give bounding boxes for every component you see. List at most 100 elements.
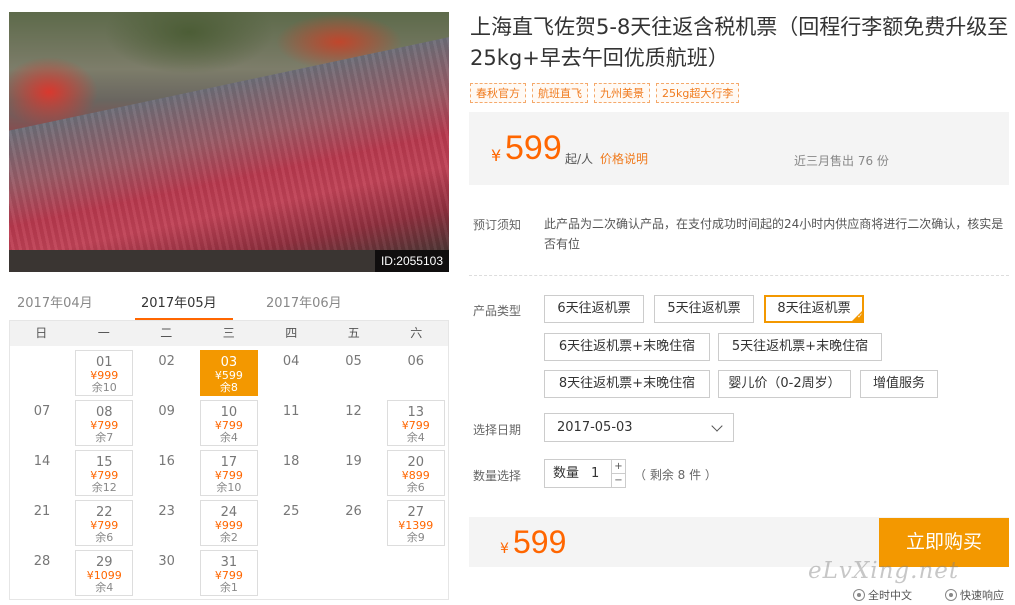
calendar-day-number: 06 <box>407 354 425 369</box>
calendar-day: 28 <box>13 550 71 596</box>
product-type-option[interactable]: 8天往返机票+末晚住宿 <box>544 370 710 398</box>
weekday-label: 六 <box>410 326 423 340</box>
month-tab-current[interactable]: 2017年05月 <box>141 292 217 311</box>
calendar-day-remaining: 余10 <box>216 481 242 494</box>
calendar-day[interactable]: 01 ¥999 余10 <box>75 350 134 396</box>
calendar-day-remaining: 余6 <box>406 481 425 494</box>
calendar-day: 25 <box>262 500 320 546</box>
product-type-option[interactable]: 增值服务 <box>860 370 938 398</box>
price-box: ¥ 599 起/人 价格说明 近三月售出 76 份 <box>469 112 1009 185</box>
calendar-day-number: 11 <box>282 404 300 419</box>
calendar-day: 09 <box>138 400 196 446</box>
product-tag: 航班直飞 <box>532 83 588 103</box>
calendar-day-number: 27 <box>407 505 425 520</box>
calendar-day-number: 31 <box>220 555 238 570</box>
calendar-day[interactable]: 20 ¥899 余6 <box>386 450 445 496</box>
calendar-day: 16 <box>138 450 196 496</box>
calendar-day-number: 30 <box>158 554 175 569</box>
month-tab-next[interactable]: 2017年06月 <box>266 292 342 311</box>
chevron-down-icon <box>711 420 723 432</box>
calendar-day: 18 <box>262 450 320 496</box>
calendar-day-number: 02 <box>158 354 175 369</box>
total-price: 599 <box>513 524 567 560</box>
weekday-label: 三 <box>222 326 235 340</box>
quantity-input[interactable]: 1 <box>591 460 599 487</box>
calendar-day[interactable]: 27 ¥1399 余9 <box>386 500 445 546</box>
footer-item: 快速响应 <box>945 587 1004 603</box>
calendar-day[interactable]: 10 ¥799 余4 <box>199 400 258 446</box>
calendar-day: 12 <box>325 400 383 446</box>
quantity-plus-button[interactable]: + <box>611 460 625 474</box>
product-type-option[interactable]: 6天往返机票+末晚住宿 <box>544 333 710 361</box>
price-explain-link[interactable]: 价格说明 <box>600 150 648 167</box>
calendar-day-number: 14 <box>33 454 51 469</box>
calendar-day-number: 05 <box>345 354 362 369</box>
calendar-day-remaining: 余4 <box>95 581 114 594</box>
calendar-day[interactable]: 08 ¥799 余7 <box>75 400 134 446</box>
calendar-day[interactable]: 13 ¥799 余4 <box>386 400 445 446</box>
product-type-option-selected[interactable]: 8天往返机票 <box>764 295 864 323</box>
option-label: 6天往返机票+末晚住宿 <box>558 339 696 354</box>
calendar-day-remaining: 余9 <box>406 531 425 544</box>
calendar-day[interactable]: 15 ¥799 余12 <box>75 450 134 496</box>
calendar-day: 21 <box>13 500 71 546</box>
calendar-day-number: 28 <box>33 554 51 569</box>
calendar-day-remaining: 余1 <box>219 581 238 594</box>
calendar-day: 06 <box>387 350 445 396</box>
calendar-day-number: 08 <box>96 405 113 420</box>
product-tag: 春秋官方 <box>470 83 526 103</box>
calendar-day-remaining: 余12 <box>91 481 117 494</box>
divider <box>469 275 1009 276</box>
month-tabs: 2017年04月 2017年05月 2017年06月 <box>9 290 449 320</box>
product-type-option[interactable]: 婴儿价（0-2周岁） <box>718 370 851 398</box>
calendar-day: 23 <box>138 500 196 546</box>
weekday-label: 二 <box>160 326 173 340</box>
calendar-day-number: 13 <box>407 405 425 420</box>
calendar-day: 14 <box>13 450 71 496</box>
calendar-day-number: 17 <box>220 455 238 470</box>
date-select[interactable]: 2017-05-03 <box>544 413 734 442</box>
product-type-label: 产品类型 <box>473 304 522 318</box>
calendar-day-number: 19 <box>345 454 362 469</box>
option-label: 婴儿价（0-2周岁） <box>728 376 841 391</box>
calendar-day[interactable]: 24 ¥999 余2 <box>199 500 258 546</box>
calendar-day-number: 04 <box>282 354 300 369</box>
calendar-day-selected[interactable]: 03 ¥599 余8 <box>199 350 258 396</box>
calendar-day-remaining: 余10 <box>91 381 117 394</box>
calendar-day[interactable]: 17 ¥799 余10 <box>199 450 258 496</box>
price-value: 599 <box>505 129 562 167</box>
calendar-day-number: 09 <box>158 404 175 419</box>
product-photo[interactable]: ID:2055103 <box>9 12 449 272</box>
calendar-day-number: 29 <box>96 555 113 570</box>
product-tag: 25kg超大行李 <box>656 83 740 103</box>
calendar-day[interactable]: 31 ¥799 余1 <box>199 550 258 596</box>
option-label: 5天往返机票+末晚住宿 <box>731 339 869 354</box>
calendar-day: 19 <box>325 450 383 496</box>
calendar-day-remaining: 余4 <box>219 431 238 444</box>
product-type-option[interactable]: 5天往返机票 <box>654 295 754 323</box>
quantity-stepper: 数量 1 + − <box>544 459 626 488</box>
calendar-day-number: 23 <box>158 504 175 519</box>
calendar-day-number: 24 <box>220 505 238 520</box>
date-select-value: 2017-05-03 <box>557 420 633 435</box>
sold-count: 近三月售出 76 份 <box>794 154 889 168</box>
weekday-label: 一 <box>97 326 110 340</box>
calendar-day[interactable]: 29 ¥1099 余4 <box>75 550 134 596</box>
photo-id-badge: ID:2055103 <box>374 250 449 272</box>
watermark: eLvXing.net <box>808 558 960 584</box>
price-currency: ¥ <box>491 146 502 165</box>
product-type-option[interactable]: 5天往返机票+末晚住宿 <box>718 333 882 361</box>
option-label: 8天往返机票+末晚住宿 <box>558 376 696 391</box>
calendar-day-remaining: 余2 <box>219 531 238 544</box>
date-select-label: 选择日期 <box>473 423 522 437</box>
calendar-day[interactable]: 22 ¥799 余6 <box>75 500 134 546</box>
month-tab-prev[interactable]: 2017年04月 <box>17 292 93 311</box>
quantity-minus-button[interactable]: − <box>611 474 625 488</box>
footer-item: 全时中文 <box>853 587 912 603</box>
footer-item-label: 快速响应 <box>960 589 1004 602</box>
calendar-day-number: 12 <box>345 404 362 419</box>
option-label: 6天往返机票 <box>557 301 631 316</box>
footer-item-label: 全时中文 <box>868 589 912 602</box>
product-type-option[interactable]: 6天往返机票 <box>544 295 644 323</box>
clock-icon <box>945 589 957 601</box>
